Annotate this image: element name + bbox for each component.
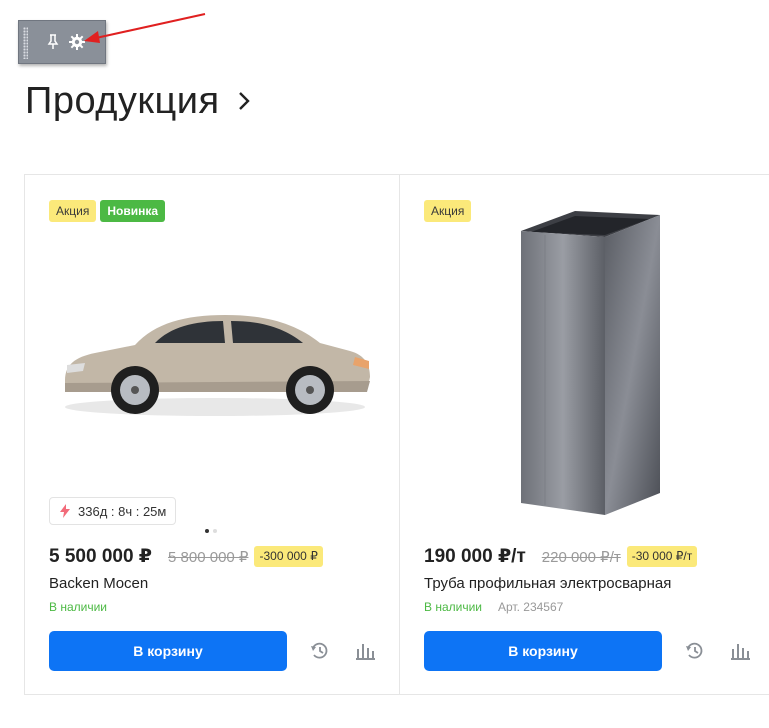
lightning-icon (60, 504, 70, 518)
gallery-dots[interactable] (205, 529, 217, 533)
history-icon[interactable] (685, 641, 705, 661)
timer-text: 336д : 8ч : 25м (78, 503, 167, 519)
price: 190 000 ₽/т (424, 546, 526, 567)
compare-icon[interactable] (355, 641, 375, 661)
page-title-link[interactable]: Продукция (25, 78, 252, 124)
stock-status: В наличии (424, 600, 483, 614)
sale-badge: Акция (424, 200, 472, 222)
price-row: 5 500 000 ₽ 5 800 000 ₽ -300 000 ₽ (49, 545, 323, 568)
promo-timer: 336д : 8ч : 25м (49, 497, 177, 525)
car-image[interactable] (55, 295, 375, 420)
pin-icon[interactable] (46, 33, 60, 51)
gallery-dot[interactable] (213, 529, 217, 533)
old-price: 220 000 ₽/т (541, 548, 621, 566)
new-badge: Новинка (100, 200, 166, 222)
add-to-cart-button[interactable]: В корзину (424, 631, 662, 671)
discount-badge: -300 000 ₽ (254, 546, 323, 567)
product-title[interactable]: Труба профильная электросварная (424, 575, 671, 592)
product-card[interactable]: Акция 190 000 ₽/т 220 000 ₽/т -30 000 ₽/… (399, 174, 769, 695)
sale-badge: Акция (49, 200, 97, 222)
discount-badge: -30 000 ₽/т (626, 546, 698, 567)
history-icon[interactable] (310, 641, 330, 661)
compare-icon[interactable] (730, 641, 750, 661)
old-price: 5 800 000 ₽ (168, 548, 249, 566)
stock-row: В наличии (49, 600, 107, 614)
price-row: 190 000 ₽/т 220 000 ₽/т -30 000 ₽/т (424, 545, 698, 568)
article-number: Арт. 234567 (498, 600, 564, 614)
badge-list: Акция (424, 200, 472, 222)
product-title[interactable]: Backen Mocen (49, 575, 148, 592)
product-card[interactable]: Акция Новинка 336д : 8ч : 25м 5 500 000 … (24, 174, 400, 695)
page-title: Продукция (25, 80, 220, 122)
price: 5 500 000 ₽ (49, 546, 153, 567)
badge-list: Акция Новинка (49, 200, 166, 222)
chevron-right-icon (238, 92, 250, 110)
drag-handle[interactable] (23, 27, 28, 59)
gallery-dot[interactable] (205, 529, 209, 533)
stock-status: В наличии (49, 600, 108, 614)
steel-pipe-image[interactable] (515, 203, 665, 523)
add-to-cart-button[interactable]: В корзину (49, 631, 287, 671)
annotation-arrow (84, 13, 206, 43)
stock-row: В наличии Арт. 234567 (424, 600, 563, 614)
